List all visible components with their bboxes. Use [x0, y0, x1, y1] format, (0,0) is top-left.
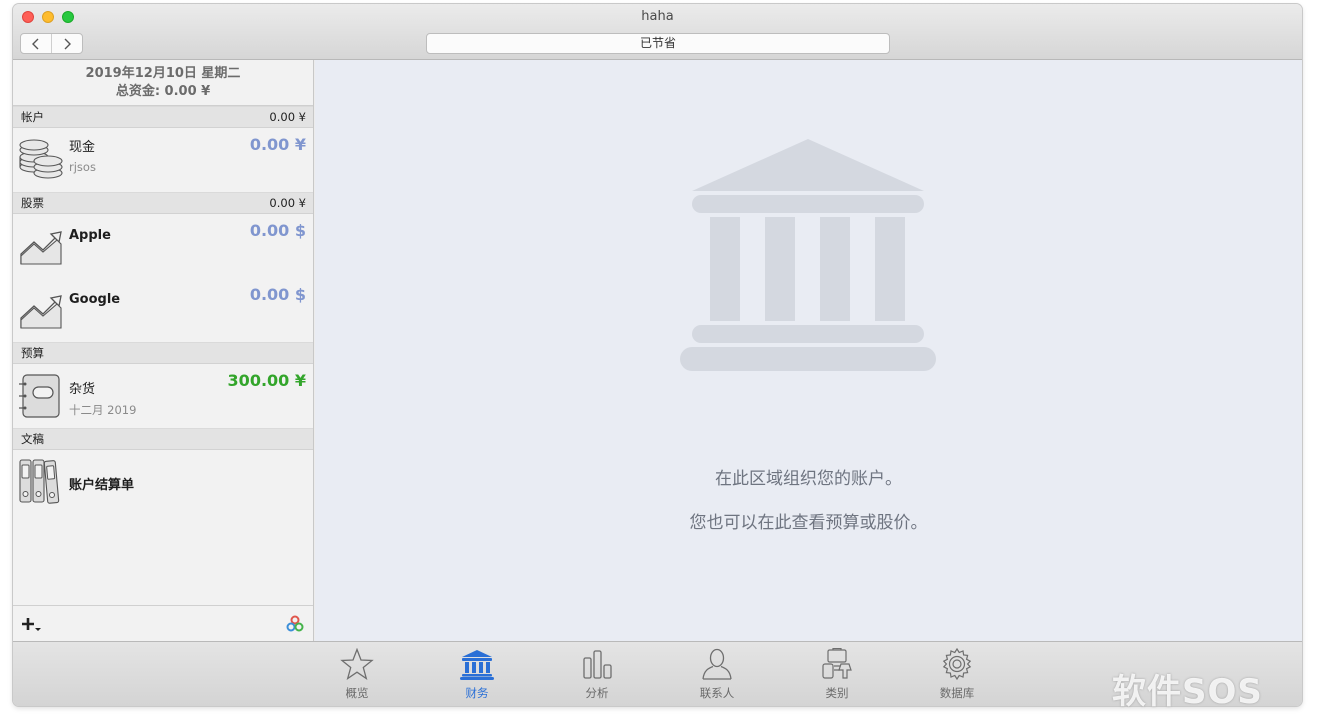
bottom-tab-bar: 概览 财务 分析 联系人 类别 数据库 [13, 641, 1302, 706]
section-total: 0.00 ¥ [269, 196, 306, 210]
navigation-buttons [20, 33, 83, 54]
window-title: haha [641, 9, 674, 24]
main-content: 在此区域组织您的账户。 您也可以在此查看预算或股价。 [315, 60, 1302, 641]
tab-database[interactable]: 数据库 [922, 647, 992, 701]
stock-row-google[interactable]: Google 0.00 $ [13, 278, 313, 342]
chevron-left-icon [32, 38, 39, 49]
total-funds: 总资金: 0.00 ¥ [115, 84, 211, 99]
section-stocks-header[interactable]: 股票 0.00 ¥ [13, 192, 313, 214]
empty-state-message-2: 您也可以在此查看预算或股价。 [689, 513, 928, 533]
add-menu-icon[interactable] [22, 617, 42, 633]
section-documents-header[interactable]: 文稿 [13, 428, 313, 450]
tab-label: 分析 [585, 686, 609, 700]
empty-state-message-1: 在此区域组织您的账户。 [715, 469, 902, 489]
tab-label: 类别 [825, 686, 849, 700]
categories-icon [822, 647, 852, 679]
person-icon [702, 648, 732, 680]
tab-analysis[interactable]: 分析 [562, 648, 632, 701]
coins-icon [19, 139, 63, 179]
document-row-statements[interactable]: 账户结算单 [13, 450, 313, 516]
trend-up-icon [20, 295, 62, 329]
back-button[interactable] [21, 34, 51, 53]
budget-row-groceries[interactable]: 杂货 十二月 2019 300.00 ¥ [13, 364, 313, 428]
section-total: 0.00 ¥ [269, 110, 306, 124]
watermark: 软件SOS [1112, 672, 1263, 712]
stock-row-apple[interactable]: Apple 0.00 $ [13, 214, 313, 278]
section-label: 帐户 [21, 110, 44, 124]
bar-chart-icon [583, 650, 612, 679]
colored-circles-icon[interactable] [286, 615, 304, 633]
tab-label: 联系人 [699, 686, 735, 700]
section-label: 股票 [21, 196, 44, 210]
forward-button[interactable] [51, 34, 82, 53]
tab-overview[interactable]: 概览 [322, 647, 392, 701]
account-value: 0.00 ¥ [249, 135, 306, 154]
tab-contacts[interactable]: 联系人 [682, 648, 752, 701]
account-row-cash[interactable]: 现金 rjsos 0.00 ¥ [13, 128, 313, 192]
tab-label: 财务 [465, 686, 489, 700]
stock-value: 0.00 $ [249, 221, 306, 240]
section-accounts-header[interactable]: 帐户 0.00 ¥ [13, 106, 313, 128]
section-budget-header[interactable]: 预算 [13, 342, 313, 364]
tab-categories[interactable]: 类别 [802, 647, 872, 701]
binders-icon [19, 459, 60, 504]
app-window: haha 已节省 2019年12月10日 星期二 总资金: 0.00 ¥ 帐户 … [13, 4, 1302, 706]
sidebar-footer [13, 605, 313, 641]
sidebar-header: 2019年12月10日 星期二 总资金: 0.00 ¥ [13, 60, 313, 106]
account-subtitle: rjsos [69, 160, 96, 174]
document-title: 账户结算单 [69, 478, 135, 493]
save-status-bar: 已节省 [426, 33, 890, 54]
trend-up-icon [20, 231, 62, 265]
tab-label: 数据库 [939, 686, 975, 700]
budget-period: 十二月 2019 [69, 403, 137, 417]
tab-label: 概览 [345, 686, 369, 700]
bank-building-icon [680, 139, 936, 371]
section-label: 预算 [21, 346, 44, 360]
stock-value: 0.00 $ [249, 285, 306, 304]
wallet-icon [19, 374, 60, 418]
section-label: 文稿 [21, 432, 44, 446]
sidebar: 2019年12月10日 星期二 总资金: 0.00 ¥ 帐户 0.00 ¥ 现金… [13, 60, 314, 641]
budget-value: 300.00 ¥ [227, 371, 306, 390]
tab-finance[interactable]: 财务 [442, 648, 512, 701]
title-bar: haha 已节省 [13, 4, 1302, 60]
bank-icon [460, 650, 494, 680]
current-date: 2019年12月10日 星期二 [85, 66, 241, 81]
star-icon [340, 647, 374, 681]
chevron-right-icon [64, 38, 71, 49]
gear-icon [942, 647, 972, 681]
